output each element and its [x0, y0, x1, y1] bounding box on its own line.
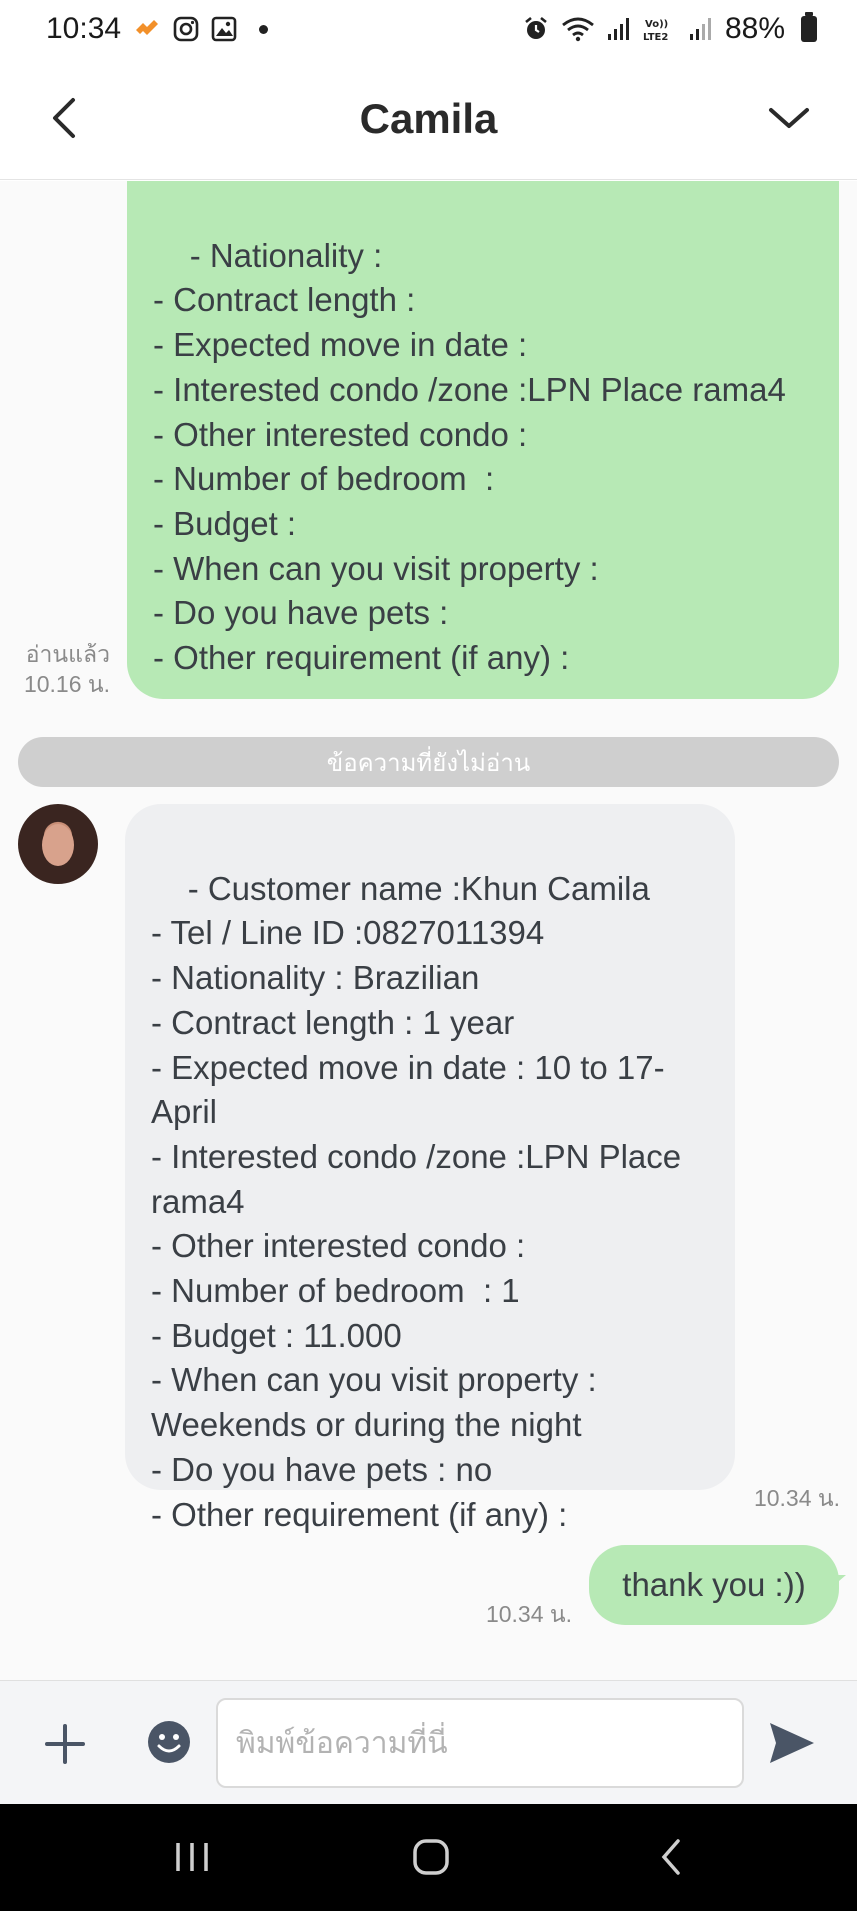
notification-app-icon — [133, 16, 161, 42]
dot-icon — [259, 24, 269, 34]
alarm-icon — [523, 16, 549, 42]
plus-icon — [45, 1724, 85, 1764]
read-receipt: อ่านแล้ว — [25, 641, 110, 667]
input-bar — [0, 1680, 857, 1804]
volte-icon: Vo)) LTE2 — [643, 16, 677, 42]
page-title: Camila — [359, 94, 498, 142]
battery-percent: 88% — [724, 12, 785, 45]
system-nav-bar — [0, 1804, 857, 1911]
bubble-tail — [832, 1575, 846, 1587]
add-attachment-button[interactable] — [40, 1719, 90, 1769]
status-left: 10:34 — [46, 12, 269, 46]
emoji-icon — [148, 1721, 190, 1763]
status-right: Vo)) LTE2 88% — [523, 12, 817, 46]
instagram-icon — [173, 16, 199, 42]
chevron-down-icon — [769, 108, 809, 128]
gallery-icon — [211, 16, 237, 42]
status-time: 10:34 — [46, 12, 122, 45]
system-back-button[interactable] — [641, 1832, 701, 1882]
battery-icon — [801, 12, 817, 42]
avatar[interactable] — [18, 804, 98, 884]
sent-message-bubble[interactable]: - Nationality : - Contract length : - Ex… — [127, 181, 839, 699]
home-icon — [413, 1839, 449, 1875]
svg-text:Vo)): Vo)) — [645, 19, 668, 30]
thanks-message-time: 10.34 น. — [485, 1601, 572, 1627]
emoji-button[interactable] — [146, 1719, 192, 1765]
sent-message-meta: อ่านแล้ว 10.16 น. — [8, 639, 110, 699]
wifi-icon — [561, 16, 595, 42]
chevron-left-icon — [53, 98, 75, 138]
thanks-message-bubble[interactable]: thank you :)) — [589, 1545, 839, 1625]
received-message-time: 10.34 น. — [753, 1485, 840, 1511]
send-icon — [770, 1723, 814, 1763]
thanks-message-text: thank you :)) — [622, 1565, 806, 1603]
send-button[interactable] — [766, 1719, 818, 1767]
signal-icon-2 — [689, 16, 713, 42]
signal-icon — [607, 16, 631, 42]
recent-apps-icon — [176, 1843, 208, 1871]
svg-text:LTE2: LTE2 — [643, 32, 668, 42]
back-icon — [661, 1839, 680, 1875]
sent-message-text: - Nationality : - Contract length : - Ex… — [153, 236, 786, 677]
status-bar: 10:34 Vo)) LTE2 88% — [0, 0, 857, 58]
message-input[interactable] — [216, 1698, 744, 1788]
received-message-bubble[interactable]: - Customer name :Khun Camila - Tel / Lin… — [125, 804, 735, 1533]
unread-divider: ข้อความที่ยังไม่อ่าน — [18, 737, 839, 787]
sent-message-time: 10.16 น. — [23, 671, 110, 697]
menu-dropdown-button[interactable] — [761, 94, 817, 142]
chat-header: Camila — [0, 58, 857, 180]
chat-area[interactable]: - Nationality : - Contract length : - Ex… — [0, 181, 857, 1680]
received-message-text: - Customer name :Khun Camila - Tel / Lin… — [151, 869, 682, 1533]
home-button[interactable] — [401, 1832, 461, 1882]
back-button[interactable] — [40, 94, 88, 142]
recent-apps-button[interactable] — [162, 1832, 222, 1882]
